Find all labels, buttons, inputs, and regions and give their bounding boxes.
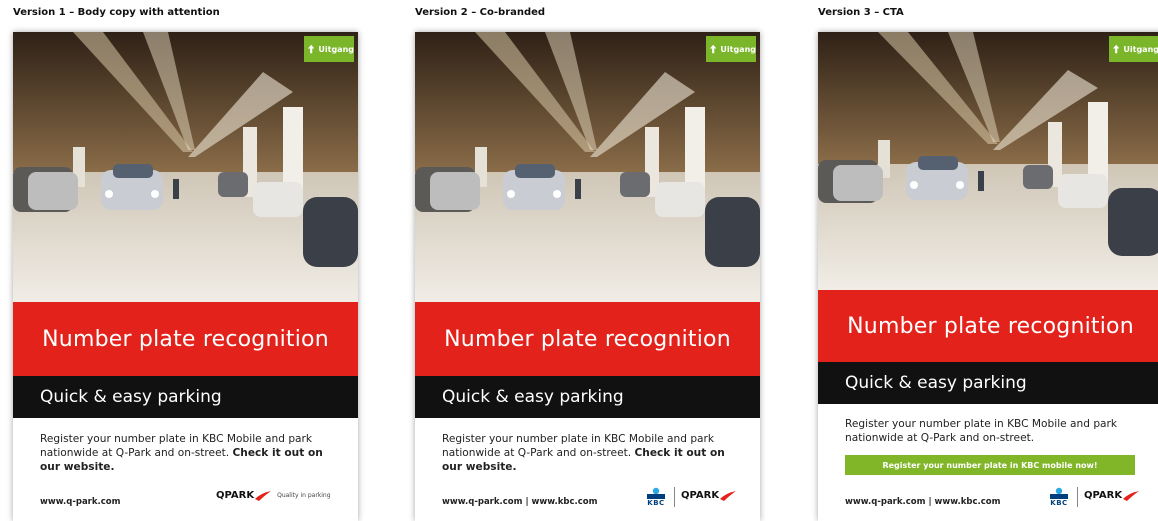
body-bold-2: our website. [40,461,115,473]
version-3-column: Version 3 – CTA Uitgang Number plate rec… [818,0,1158,521]
kbc-logo-icon [647,487,665,499]
logo-divider [1077,487,1078,507]
body-line-2: nationwide at Q-Park and on-street. [442,447,632,459]
up-arrow-icon [1113,44,1120,54]
qpark-tagline: Quality in parking [277,492,331,499]
kbc-wordmark: KBC [1050,499,1068,507]
body-copy: Register your number plate in KBC Mobile… [845,417,1145,445]
version-label: Version 3 – CTA [818,7,904,18]
exit-sign: Uitgang [304,36,354,62]
kbc-logo: KBC [1048,487,1070,507]
subheadline: Quick & easy parking [818,362,1158,404]
body-line-2: nationwide at Q-Park and on-street. [845,432,1035,444]
exit-sign: Uitgang [1109,36,1158,62]
poster: Uitgang Number plate recognition Quick &… [415,32,760,521]
qpark-swoosh-icon [720,490,737,501]
cta-button[interactable]: Register your number plate in KBC mobile… [845,455,1135,475]
body-copy: Register your number plate in KBC Mobile… [40,432,340,474]
body-line-1: Register your number plate in KBC Mobile… [442,433,715,445]
parking-garage-photo: Uitgang [415,32,760,302]
up-arrow-icon [710,44,717,54]
body-bold-1: Check it out on [232,447,323,459]
body-bold-2: our website. [442,461,517,473]
version-label: Version 2 – Co-branded [415,7,546,18]
qpark-swoosh-icon [1123,490,1140,501]
headline: Number plate recognition [818,290,1158,362]
poster: Uitgang Number plate recognition Quick &… [13,32,358,521]
exit-sign-text: Uitgang [1123,44,1158,54]
qpark-logo: QPARK [1084,490,1140,501]
version-2-column: Version 2 – Co-branded Uitgang Number pl… [415,0,760,521]
logo-divider [674,487,675,507]
headline: Number plate recognition [13,302,358,376]
qpark-wordmark: QPARK [216,490,255,501]
kbc-wordmark: KBC [647,499,665,507]
body-copy: Register your number plate in KBC Mobile… [442,432,742,474]
footer-url: www.q-park.com | www.kbc.com [845,497,1001,507]
footer-url: www.q-park.com [40,497,121,507]
kbc-logo: KBC [645,487,667,507]
body-bold-1: Check it out on [634,447,725,459]
subheadline: Quick & easy parking [13,376,358,418]
body-line-2: nationwide at Q-Park and on-street. [40,447,230,459]
qpark-wordmark: QPARK [1084,490,1123,501]
poster: Uitgang Number plate recognition Quick &… [818,32,1158,521]
headline: Number plate recognition [415,302,760,376]
exit-sign: Uitgang [706,36,756,62]
parking-garage-photo: Uitgang [818,32,1158,290]
exit-sign-text: Uitgang [720,44,756,54]
qpark-swoosh-icon [255,490,272,501]
parking-garage-photo: Uitgang [13,32,358,302]
exit-sign-text: Uitgang [318,44,354,54]
qpark-wordmark: QPARK [681,490,720,501]
version-1-column: Version 1 – Body copy with attention Uit… [13,0,358,521]
body-line-1: Register your number plate in KBC Mobile… [845,418,1118,430]
subheadline: Quick & easy parking [415,376,760,418]
qpark-logo: QPARK [681,490,737,501]
qpark-logo: QPARK Quality in parking [216,490,331,501]
body-line-1: Register your number plate in KBC Mobile… [40,433,313,445]
version-label: Version 1 – Body copy with attention [13,7,220,18]
footer-url: www.q-park.com | www.kbc.com [442,497,598,507]
up-arrow-icon [308,44,315,54]
kbc-logo-icon [1050,487,1068,499]
